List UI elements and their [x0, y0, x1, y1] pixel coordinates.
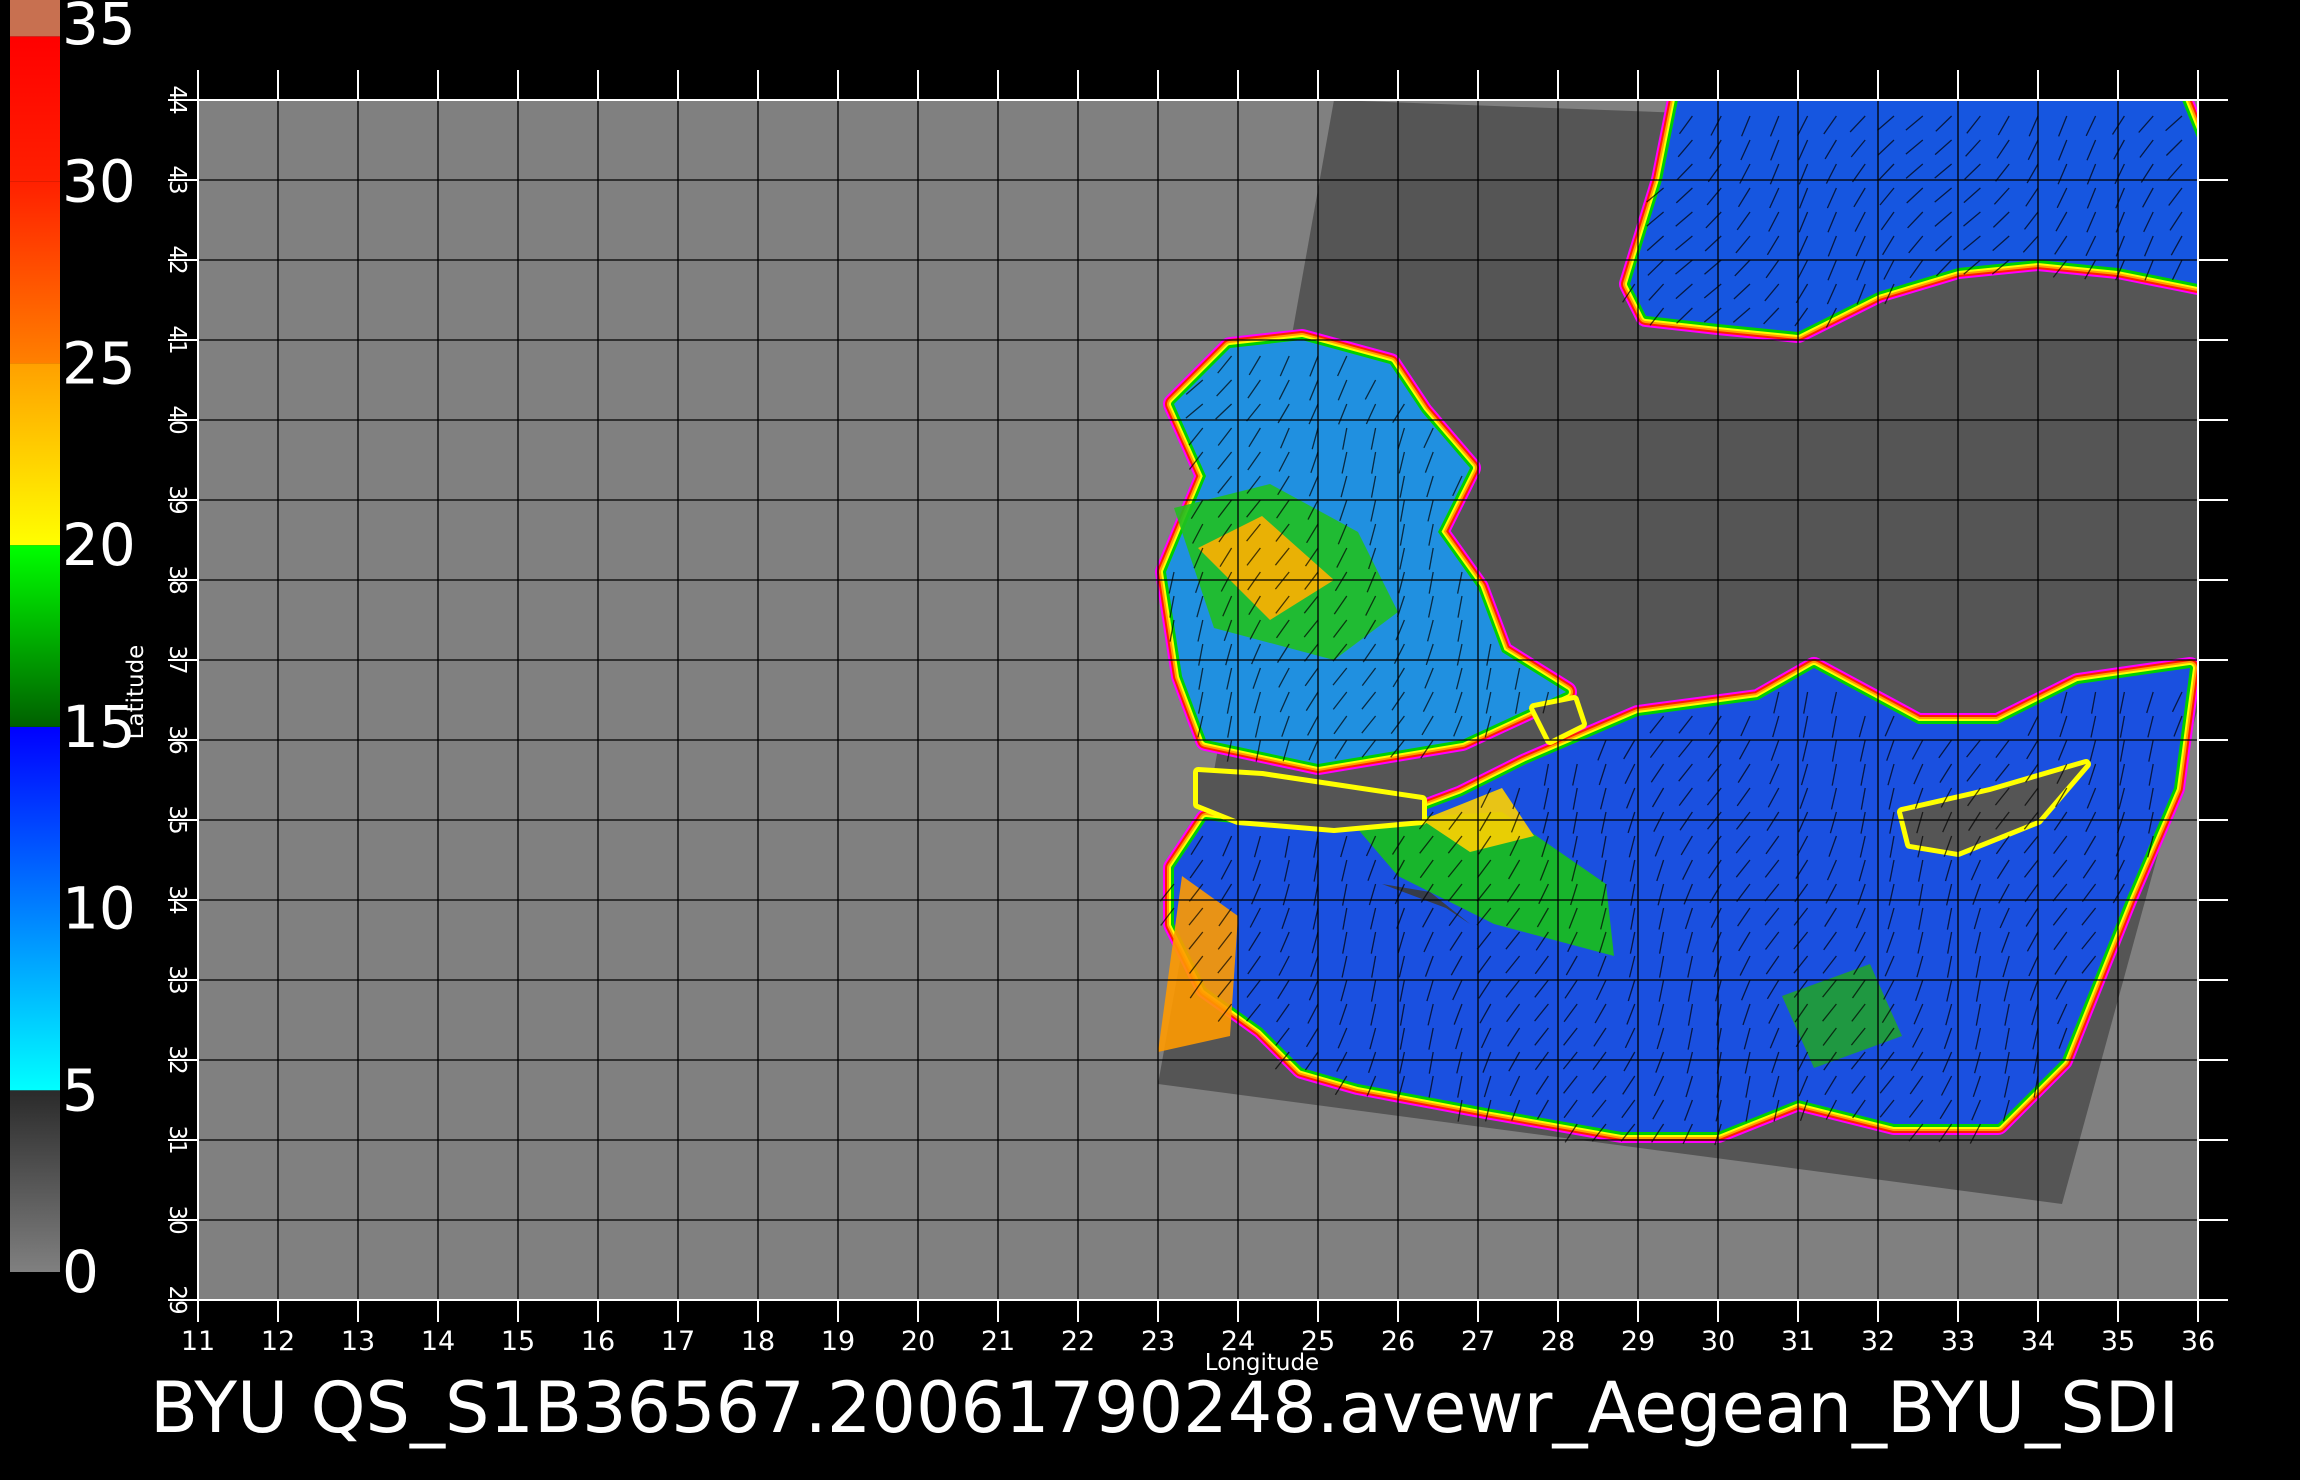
y-tick-label: 40 [164, 405, 190, 434]
y-tick-label: 29 [164, 1285, 190, 1314]
y-tick-label: 44 [164, 85, 190, 114]
x-tick-label: 19 [821, 1326, 855, 1357]
x-tick-label: 29 [1621, 1326, 1655, 1357]
y-tick-label: 42 [164, 245, 190, 274]
x-tick-label: 22 [1061, 1326, 1095, 1357]
colorbar-label: 30 [62, 148, 136, 216]
x-tick-label: 28 [1541, 1326, 1575, 1357]
x-tick-label: 30 [1701, 1326, 1735, 1357]
x-tick-label: 21 [981, 1326, 1015, 1357]
colorbar-band [10, 545, 60, 727]
y-tick-label: 30 [164, 1205, 190, 1234]
x-tick-label: 14 [421, 1326, 455, 1357]
x-tick-label: 27 [1461, 1326, 1495, 1357]
x-tick-label: 36 [2181, 1326, 2215, 1357]
colorbar: 05101520253035 [10, 0, 136, 1306]
x-tick-label: 34 [2021, 1326, 2055, 1357]
x-tick-label: 26 [1381, 1326, 1415, 1357]
colorbar-label: 35 [62, 0, 136, 58]
y-tick-label: 31 [164, 1125, 190, 1154]
x-tick-label: 33 [1941, 1326, 1975, 1357]
x-tick-label: 13 [341, 1326, 375, 1357]
x-tick-label: 16 [581, 1326, 615, 1357]
x-tick-label: 23 [1141, 1326, 1175, 1357]
colorbar-band [10, 0, 60, 37]
colorbar-label: 0 [62, 1238, 99, 1306]
y-tick-label: 32 [164, 1045, 190, 1074]
colorbar-band [10, 181, 60, 364]
x-tick-label: 35 [2101, 1326, 2135, 1357]
x-tick-label: 11 [181, 1326, 215, 1357]
colorbar-band [10, 36, 60, 182]
colorbar-band [10, 363, 60, 546]
y-tick-label: 34 [164, 885, 190, 914]
y-tick-label: 35 [164, 805, 190, 834]
x-tick-label: 20 [901, 1326, 935, 1357]
colorbar-band [10, 1090, 60, 1272]
y-tick-label: 41 [164, 325, 190, 354]
x-tick-label: 32 [1861, 1326, 1895, 1357]
colorbar-label: 20 [62, 511, 136, 579]
y-tick-label: 33 [164, 965, 190, 994]
y-tick-label: 39 [164, 485, 190, 514]
colorbar-label: 10 [62, 875, 136, 943]
y-tick-label: 38 [164, 565, 190, 594]
y-tick-label: 43 [164, 165, 190, 194]
x-tick-label: 12 [261, 1326, 295, 1357]
y-axis-label: Latitude [123, 645, 149, 740]
y-tick-label: 36 [164, 725, 190, 754]
colorbar-label: 25 [62, 329, 136, 397]
x-tick-label: 18 [741, 1326, 775, 1357]
x-tick-label: 31 [1781, 1326, 1815, 1357]
y-tick-label: 37 [164, 645, 190, 674]
map-figure: 05101520253035 11 12 13 14 15 16 17 18 19 20 21 22 2… [10, 0, 2228, 1449]
colorbar-label: 5 [62, 1056, 99, 1124]
colorbar-band [10, 726, 60, 1091]
figure-title: BYU QS_S1B36567.20061790248.avewr_Aegean… [150, 1367, 2179, 1449]
x-tick-label: 15 [501, 1326, 535, 1357]
x-tick-label: 17 [661, 1326, 695, 1357]
map-plot-area [198, 100, 2198, 1300]
